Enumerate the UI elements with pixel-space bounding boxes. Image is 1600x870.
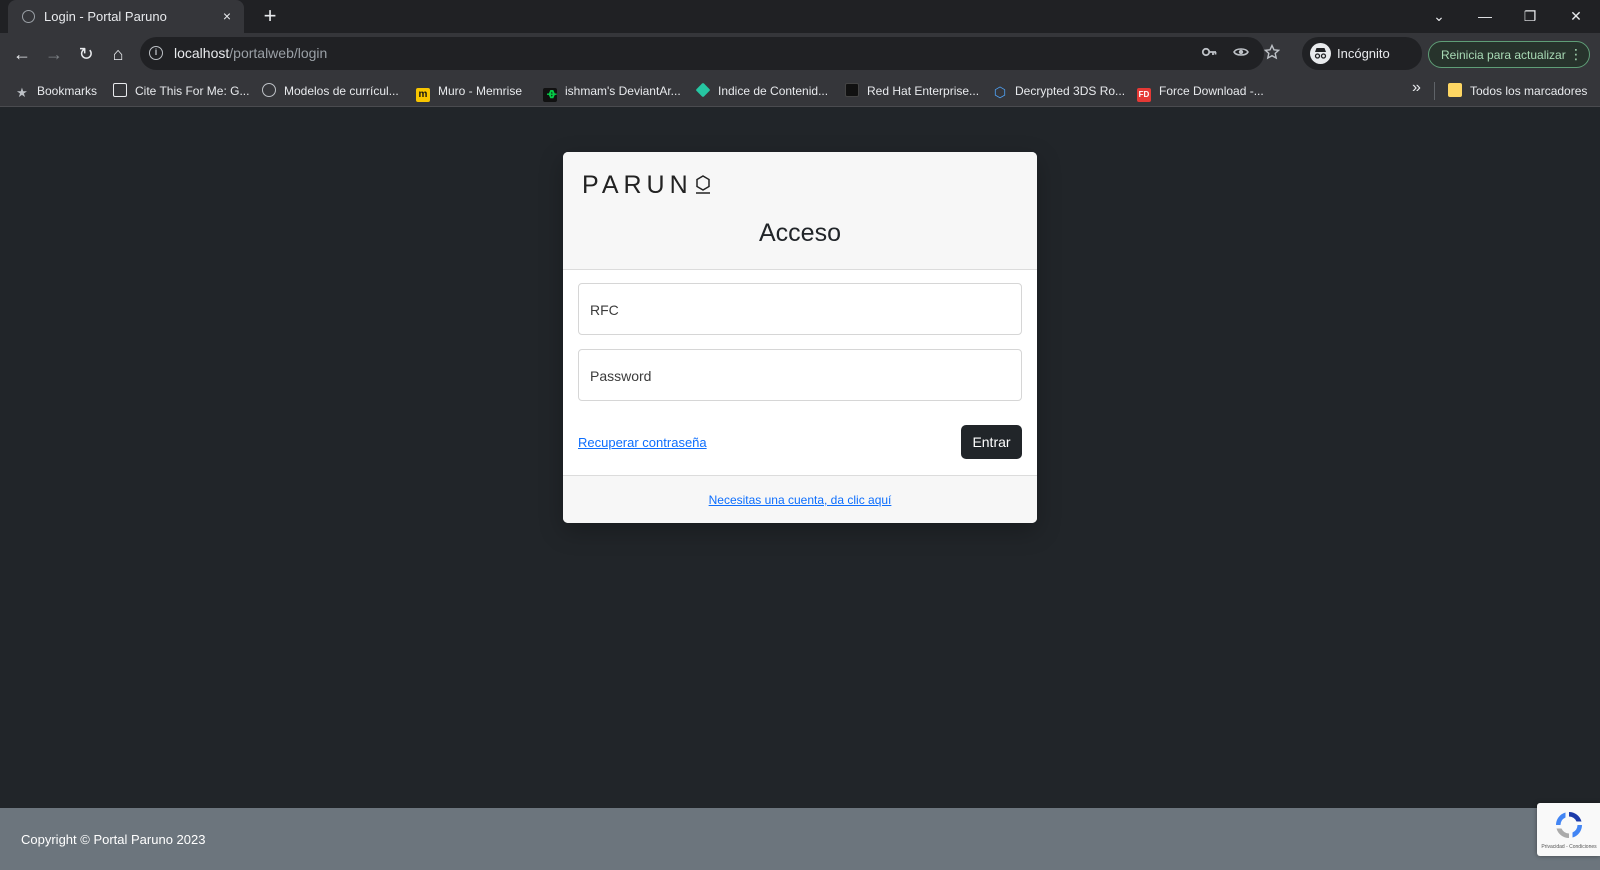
bookmark-item[interactable]: ★ Bookmarks bbox=[15, 82, 97, 100]
book-icon bbox=[113, 83, 127, 97]
home-button[interactable]: ⌂ bbox=[105, 41, 131, 67]
star-icon[interactable] bbox=[1262, 43, 1282, 64]
redhat-icon bbox=[845, 83, 859, 97]
key-icon[interactable] bbox=[1199, 44, 1219, 64]
recaptcha-terms[interactable]: Privacidad - Condiciones bbox=[1539, 844, 1599, 850]
bookmark-item[interactable]: FD Force Download -... bbox=[1137, 82, 1264, 102]
page-title: Acceso bbox=[759, 219, 841, 247]
window-close-button[interactable]: ✕ bbox=[1566, 6, 1586, 26]
login-card-header: PARUN Acceso bbox=[563, 152, 1037, 270]
login-card-footer: Necesitas una cuenta, da clic aquí bbox=[563, 475, 1037, 523]
incognito-icon bbox=[1310, 43, 1331, 64]
tab-strip: Login - Portal Paruno × + ⌄ — ❐ ✕ bbox=[0, 0, 1600, 33]
bookmarks-overflow-button[interactable]: » bbox=[1412, 79, 1421, 97]
fd-icon: FD bbox=[1137, 88, 1151, 102]
tab-close-icon[interactable]: × bbox=[218, 7, 236, 25]
page-favicon-icon bbox=[22, 10, 35, 23]
browser-tab[interactable]: Login - Portal Paruno × bbox=[8, 0, 244, 33]
deviantart-icon: ᚖ bbox=[543, 88, 557, 102]
copyright-text: Copyright © Portal Paruno 2023 bbox=[21, 832, 206, 847]
tab-search-icon[interactable]: ⌄ bbox=[1429, 6, 1449, 26]
site-footer: Copyright © Portal Paruno 2023 bbox=[0, 808, 1600, 870]
bookmark-item[interactable]: ᚖ ishmam's DeviantAr... bbox=[543, 82, 681, 102]
recover-password-link[interactable]: Recuperar contraseña bbox=[578, 435, 707, 450]
bookmark-item[interactable]: ⬡ Decrypted 3DS Ro... bbox=[993, 82, 1125, 100]
bookmark-item[interactable]: Cite This For Me: G... bbox=[113, 82, 249, 100]
bookmark-item[interactable]: Indice de Contenid... bbox=[695, 82, 828, 100]
minimize-button[interactable]: — bbox=[1475, 6, 1495, 26]
update-label: Reinicia para actualizar bbox=[1441, 48, 1566, 62]
login-submit-label: Entrar bbox=[972, 434, 1011, 450]
login-card: PARUN Acceso RFC Password Recuperar cont… bbox=[563, 152, 1037, 523]
password-field[interactable]: Password bbox=[578, 349, 1022, 401]
globe-icon bbox=[262, 83, 276, 97]
bookmark-item[interactable]: Red Hat Enterprise... bbox=[845, 82, 979, 100]
forward-button[interactable]: → bbox=[41, 41, 67, 67]
new-tab-button[interactable]: + bbox=[258, 4, 282, 28]
more-menu-icon[interactable]: ⋮ bbox=[1569, 46, 1583, 63]
rfc-placeholder: RFC bbox=[590, 302, 619, 318]
address-bar[interactable]: i localhost/portalweb/login bbox=[140, 37, 1281, 70]
address-url[interactable]: localhost/portalweb/login bbox=[174, 45, 327, 61]
password-placeholder: Password bbox=[590, 368, 652, 384]
signup-link[interactable]: Necesitas una cuenta, da clic aquí bbox=[563, 493, 1037, 507]
rfc-field[interactable]: RFC bbox=[578, 283, 1022, 335]
reload-button[interactable]: ↻ bbox=[73, 41, 99, 67]
memrise-icon: m bbox=[416, 88, 430, 102]
bookmarks-bar: ★ Bookmarks Cite This For Me: G... Modelo… bbox=[0, 74, 1600, 107]
folder-icon bbox=[1448, 83, 1462, 97]
back-button[interactable]: ← bbox=[9, 41, 35, 67]
page-content: PARUN Acceso RFC Password Recuperar cont… bbox=[0, 107, 1600, 808]
update-button[interactable]: Reinicia para actualizar ⋮ bbox=[1428, 41, 1590, 68]
site-info-icon[interactable]: i bbox=[149, 46, 163, 60]
logo-hexagon-icon bbox=[695, 172, 711, 194]
incognito-label: Incógnito bbox=[1337, 46, 1390, 61]
tab-title: Login - Portal Paruno bbox=[44, 9, 167, 24]
recaptcha-icon bbox=[1553, 809, 1585, 841]
paruno-logo: PARUN bbox=[582, 171, 711, 200]
bookmark-item[interactable]: m Muro - Memrise bbox=[416, 82, 522, 102]
hexagon-icon: ⬡ bbox=[993, 84, 1007, 100]
bookmarks-separator bbox=[1434, 82, 1435, 100]
incognito-indicator[interactable]: Incógnito bbox=[1302, 37, 1422, 70]
browser-toolbar: ← → ↻ ⌂ i localhost/portalweb/login Incó… bbox=[0, 33, 1600, 74]
all-bookmarks-folder[interactable]: Todos los marcadores bbox=[1448, 82, 1587, 100]
login-submit-button[interactable]: Entrar bbox=[961, 425, 1022, 459]
recaptcha-badge[interactable]: Privacidad - Condiciones bbox=[1537, 803, 1600, 856]
restore-button[interactable]: ❐ bbox=[1520, 6, 1540, 26]
star-icon: ★ bbox=[16, 85, 28, 100]
bookmark-item[interactable]: Modelos de currícul... bbox=[262, 82, 399, 100]
eye-icon[interactable] bbox=[1231, 44, 1251, 64]
diamond-icon bbox=[695, 82, 711, 98]
